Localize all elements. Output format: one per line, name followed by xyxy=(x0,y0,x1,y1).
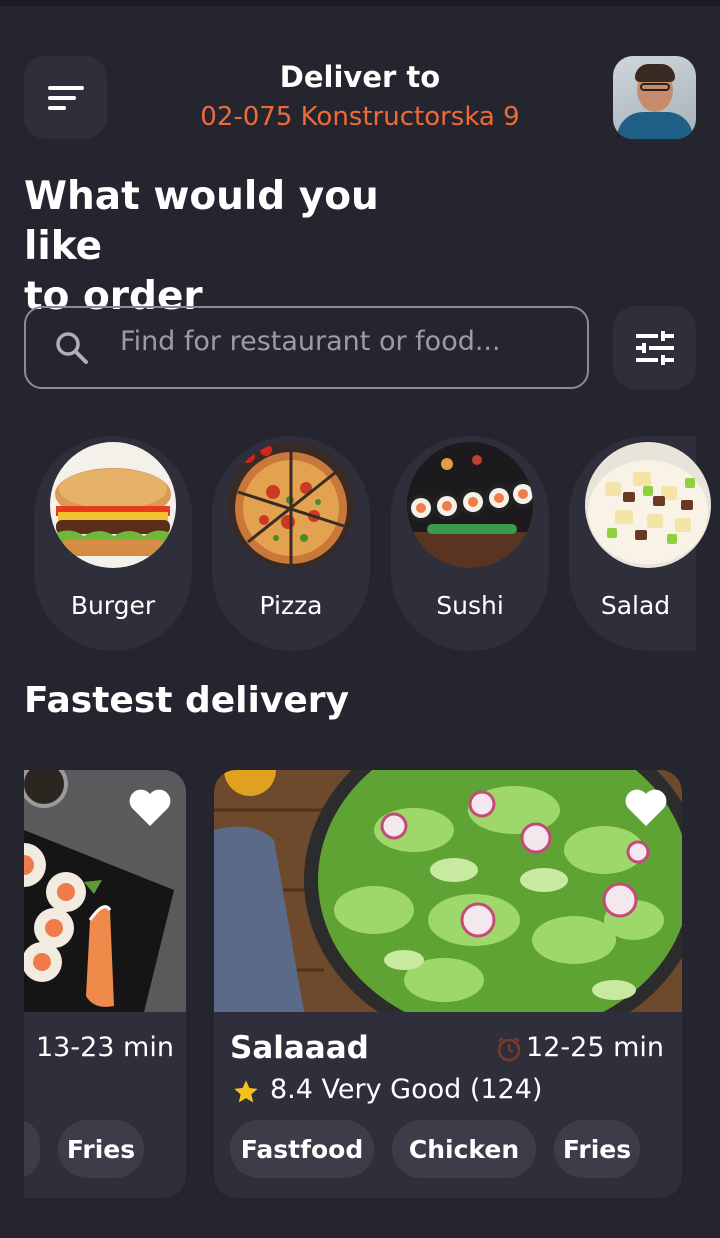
page-title: What would you like to order xyxy=(24,172,444,322)
category-pizza[interactable]: Pizza xyxy=(212,436,370,651)
burger-image xyxy=(50,442,176,568)
section-title: Fastest delivery xyxy=(24,680,349,721)
delivery-address[interactable]: 02-075 Konstructorska 9 xyxy=(160,102,560,132)
restaurant-name: Salaaad xyxy=(230,1030,369,1066)
tag-chip: Fastfood xyxy=(230,1120,374,1178)
pizza-image xyxy=(228,442,354,568)
heart-icon[interactable] xyxy=(128,788,172,828)
category-label: Sushi xyxy=(436,591,504,620)
restaurant-card[interactable]: 13-23 min Fries xyxy=(24,770,186,1198)
delivery-time: 12-25 min xyxy=(526,1032,664,1063)
category-label: Salad xyxy=(600,591,671,620)
avatar-body xyxy=(617,112,693,139)
salad-image xyxy=(585,442,711,568)
page-title-line1: What would you like xyxy=(24,174,379,269)
search-bar[interactable] xyxy=(24,306,589,389)
category-burger[interactable]: Burger xyxy=(34,436,192,651)
category-label: Pizza xyxy=(259,591,323,620)
avatar-glasses xyxy=(640,83,670,91)
category-sushi[interactable]: Sushi xyxy=(391,436,549,651)
tag-chip: Fries xyxy=(58,1120,144,1178)
category-label: Burger xyxy=(70,591,156,620)
avatar[interactable] xyxy=(613,56,696,139)
star-icon xyxy=(234,1080,258,1103)
filter-button[interactable] xyxy=(613,306,696,389)
tag-chip: Fries xyxy=(554,1120,640,1178)
restaurant-photo xyxy=(214,770,682,1012)
tag-chip: Chicken xyxy=(392,1120,536,1178)
status-bar-strip xyxy=(0,0,720,6)
restaurant-card[interactable]: Salaaad 12-25 min 8.4 Very Good (124) Fa… xyxy=(214,770,682,1198)
tag-chip xyxy=(24,1120,40,1178)
deliver-to-label: Deliver to xyxy=(279,60,441,94)
category-salad[interactable]: Salad xyxy=(569,436,711,651)
search-icon xyxy=(56,331,88,364)
rating-text: 8.4 Very Good (124) xyxy=(270,1074,543,1105)
delivery-time: 13-23 min xyxy=(36,1032,174,1063)
menu-button[interactable] xyxy=(24,56,107,139)
sliders-icon xyxy=(635,330,674,365)
sushi-image xyxy=(407,442,533,568)
search-input[interactable] xyxy=(120,326,560,357)
clock-icon xyxy=(497,1037,521,1062)
heart-icon[interactable] xyxy=(624,788,668,828)
hamburger-icon xyxy=(47,85,84,110)
avatar-hair xyxy=(635,64,675,82)
